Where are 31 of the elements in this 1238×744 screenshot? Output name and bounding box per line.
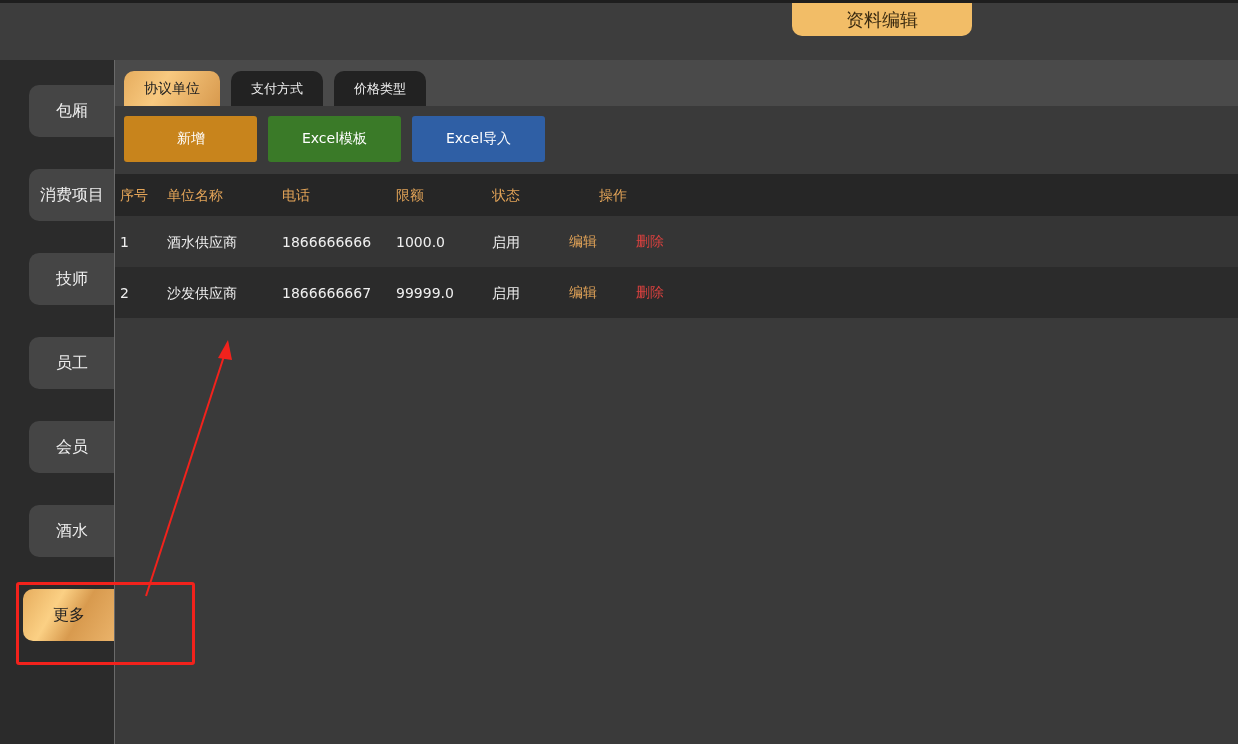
edit-link[interactable]: 编辑 [569,232,597,249]
tab[interactable]: 协议单位 [124,71,220,106]
edit-link[interactable]: 编辑 [569,283,597,300]
tab[interactable]: 价格类型 [334,71,426,106]
table-cell: 1000.0 [396,234,445,250]
sidebar-item[interactable]: 员工 [29,337,114,389]
column-header: 操作 [599,187,627,203]
sidebar-item[interactable]: 消费项目 [29,169,114,221]
table-cell: 1866666667 [282,285,372,301]
table-cell: 1 [120,234,129,250]
table-cell: 99999.0 [396,285,454,301]
table-cell: 2 [120,285,129,301]
tab[interactable]: 支付方式 [231,71,323,106]
sidebar-item[interactable]: 包厢 [29,85,114,137]
table-cell: 酒水供应商 [167,233,237,250]
column-header: 单位名称 [167,187,223,203]
table-cell: 启用 [492,233,520,250]
column-header: 限额 [396,187,424,203]
sidebar-item[interactable]: 会员 [29,421,114,473]
table-cell: 启用 [492,284,520,301]
table-cell: 沙发供应商 [167,284,237,301]
table-cell: 1866666666 [282,234,372,250]
column-header: 序号 [120,187,148,203]
sidebar-item[interactable]: 技师 [29,253,114,305]
column-header: 状态 [492,187,520,203]
sidebar-item[interactable]: 更多 [23,589,114,641]
sidebar-item[interactable]: 酒水 [29,505,114,557]
column-header: 电话 [282,187,310,203]
template-button[interactable]: Excel模板 [268,116,401,162]
import-button[interactable]: Excel导入 [412,116,545,162]
page-title: 资料编辑 [792,3,972,36]
